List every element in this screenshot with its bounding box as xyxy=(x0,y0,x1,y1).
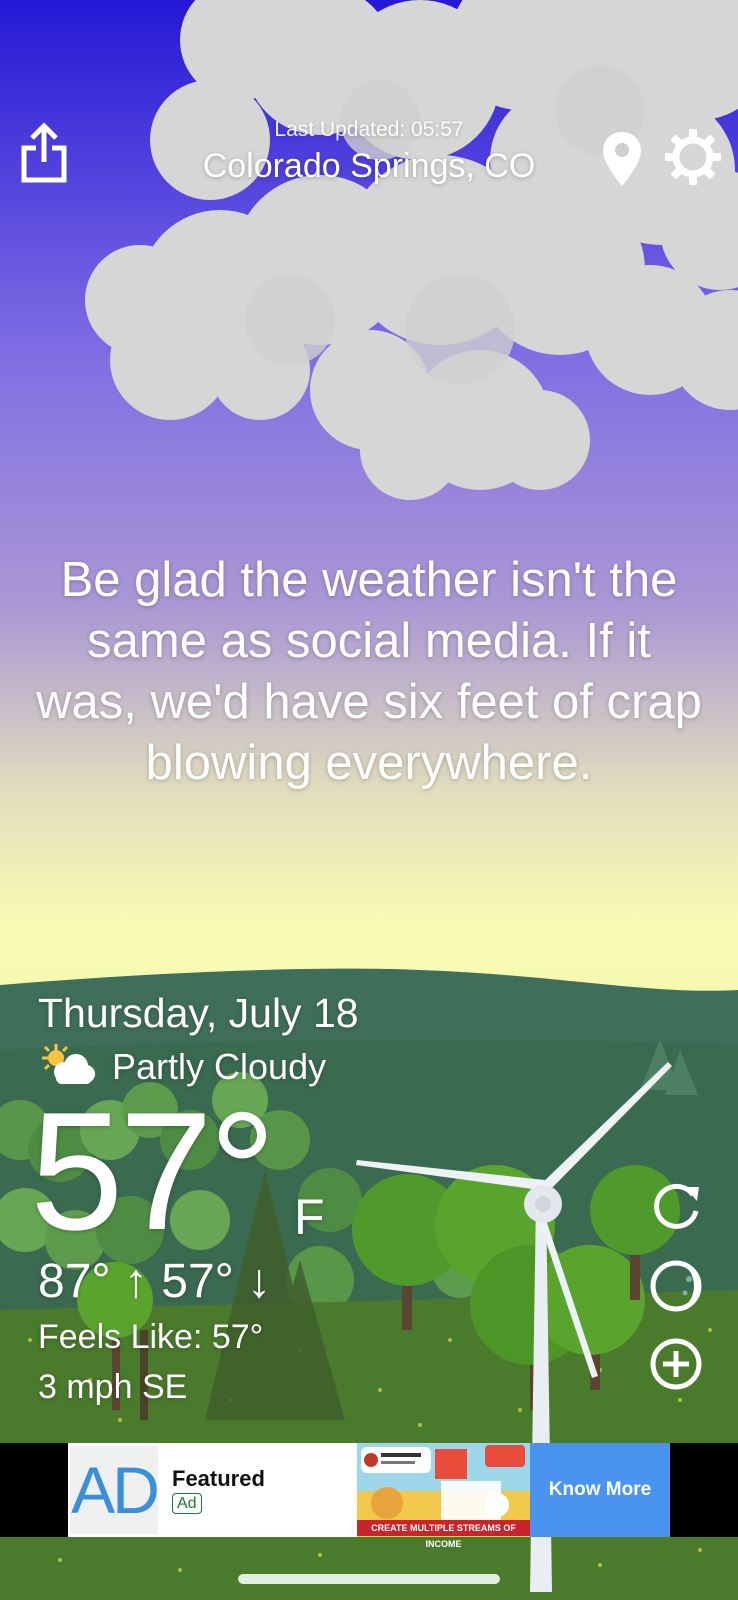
know-more-button[interactable]: Know More xyxy=(530,1443,670,1537)
add-circle-icon xyxy=(650,1338,702,1390)
home-indicator[interactable] xyxy=(238,1574,500,1584)
add-location-button[interactable] xyxy=(649,1337,703,1391)
ad-title: Featured xyxy=(172,1466,265,1491)
weather-scene-background xyxy=(0,0,738,1600)
moon-icon xyxy=(650,1260,702,1312)
ad-image-caption: CREATE MULTIPLE STREAMS OF INCOME xyxy=(357,1520,530,1549)
temperature-unit[interactable]: F xyxy=(294,1188,325,1246)
location-button[interactable] xyxy=(600,130,644,188)
moon-phase-button[interactable] xyxy=(649,1259,703,1313)
date-label: Thursday, July 18 xyxy=(38,990,359,1036)
high-low-temperature: 87° ↑ 57° ↓ xyxy=(38,1255,272,1308)
ad-tag: Ad xyxy=(172,1493,202,1514)
temperature-display: 57° xyxy=(30,1077,276,1265)
ad-logo: AD xyxy=(70,1446,160,1534)
current-temperature: 57° xyxy=(30,1077,276,1265)
weather-quote: Be glad the weather isn't the same as so… xyxy=(36,553,702,790)
feels-like-label: Feels Like: 57° xyxy=(38,1318,264,1356)
refresh-button[interactable] xyxy=(649,1181,703,1235)
gear-icon xyxy=(665,129,721,185)
location-pin-icon xyxy=(603,132,641,186)
refresh-icon xyxy=(654,1183,699,1229)
wind-label: 3 mph SE xyxy=(38,1368,188,1406)
settings-button[interactable] xyxy=(664,128,722,186)
